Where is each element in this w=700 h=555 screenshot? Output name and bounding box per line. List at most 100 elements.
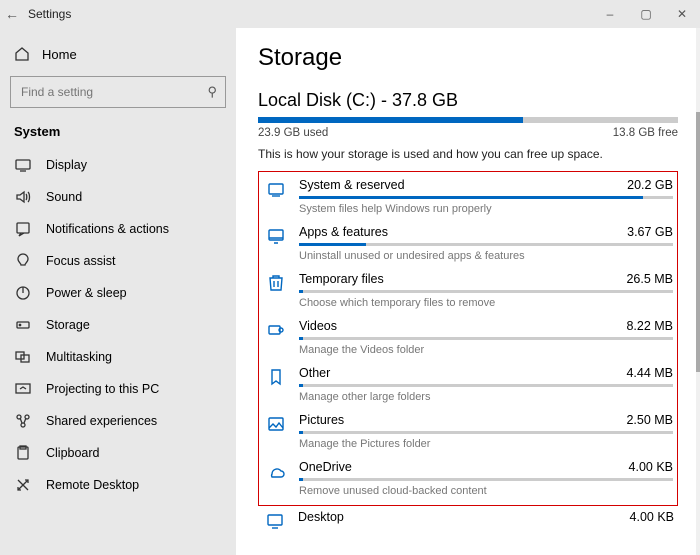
storage-category[interactable]: Videos 8.22 MB Manage the Videos folder — [263, 315, 673, 362]
category-size: 4.00 KB — [629, 460, 673, 474]
storage-category[interactable]: Other 4.44 MB Manage other large folders — [263, 362, 673, 409]
category-name: Videos — [299, 319, 337, 333]
nav-notifications[interactable]: Notifications & actions — [0, 213, 236, 245]
display-icon — [14, 157, 32, 173]
category-name: Pictures — [299, 413, 344, 427]
free-label: 13.8 GB free — [613, 127, 678, 139]
search-input[interactable]: ⚲ — [10, 76, 226, 108]
category-hint: Manage other large folders — [299, 391, 673, 403]
disk-usage-bar — [258, 117, 678, 123]
nav-label: Focus assist — [46, 254, 115, 268]
category-icon — [263, 460, 289, 497]
storage-category[interactable]: Pictures 2.50 MB Manage the Pictures folde… — [263, 409, 673, 456]
category-size: 26.5 MB — [626, 272, 673, 286]
multitasking-icon — [14, 349, 32, 365]
category-name: Other — [299, 366, 330, 380]
category-icon — [263, 225, 289, 262]
nav-storage[interactable]: Storage — [0, 309, 236, 341]
sound-icon — [14, 189, 32, 205]
storage-category[interactable]: Desktop 4.00 KB — [258, 506, 678, 536]
section-header: System — [0, 124, 236, 149]
nav-label: Power & sleep — [46, 286, 127, 300]
remote-desktop-icon — [14, 477, 32, 493]
projecting-icon — [14, 381, 32, 397]
category-name: Desktop — [298, 510, 344, 524]
category-bar — [299, 290, 673, 293]
nav-label: Display — [46, 158, 87, 172]
nav-power-sleep[interactable]: Power & sleep — [0, 277, 236, 309]
titlebar: ← Settings – ▢ ✕ — [0, 0, 700, 28]
storage-category[interactable]: System & reserved 20.2 GB System files hel… — [263, 174, 673, 221]
category-icon — [263, 178, 289, 215]
category-icon — [263, 366, 289, 403]
shared-icon — [14, 413, 32, 429]
category-bar — [299, 431, 673, 434]
storage-description: This is how your storage is used and how… — [258, 147, 678, 161]
nav-multitasking[interactable]: Multitasking — [0, 341, 236, 373]
disk-title: Local Disk (C:) - 37.8 GB — [258, 90, 678, 111]
category-hint: Manage the Videos folder — [299, 344, 673, 356]
nav-focus-assist[interactable]: Focus assist — [0, 245, 236, 277]
nav-label: Remote Desktop — [46, 478, 139, 492]
category-bar — [299, 384, 673, 387]
focus-assist-icon — [14, 253, 32, 269]
storage-category[interactable]: Apps & features 3.67 GB Uninstall unused o… — [263, 221, 673, 268]
back-button[interactable]: ← — [0, 6, 24, 22]
nav-label: Multitasking — [46, 350, 112, 364]
category-size: 8.22 MB — [626, 319, 673, 333]
category-hint: System files help Windows run properly — [299, 203, 673, 215]
scrollbar-track[interactable] — [696, 28, 700, 555]
category-hint: Manage the Pictures folder — [299, 438, 673, 450]
clipboard-icon — [14, 445, 32, 461]
close-button[interactable]: ✕ — [664, 0, 700, 28]
category-bar — [299, 478, 673, 481]
nav-sound[interactable]: Sound — [0, 181, 236, 213]
nav-label: Notifications & actions — [46, 222, 169, 236]
nav-label: Shared experiences — [46, 414, 157, 428]
search-field[interactable] — [19, 84, 207, 100]
home-icon — [14, 46, 30, 62]
used-label: 23.9 GB used — [258, 127, 328, 139]
category-name: System & reserved — [299, 178, 405, 192]
nav-remote-desktop[interactable]: Remote Desktop — [0, 469, 236, 501]
nav-home[interactable]: Home — [0, 40, 236, 72]
category-hint: Choose which temporary files to remove — [299, 297, 673, 309]
nav-label: Sound — [46, 190, 82, 204]
category-name: Apps & features — [299, 225, 388, 239]
category-bar — [299, 196, 673, 199]
category-bar — [299, 337, 673, 340]
category-size: 20.2 GB — [627, 178, 673, 192]
storage-category[interactable]: OneDrive 4.00 KB Remove unused cloud-backe… — [263, 456, 673, 503]
search-icon: ⚲ — [207, 84, 217, 100]
category-hint: Uninstall unused or undesired apps & fea… — [299, 250, 673, 262]
maximize-button[interactable]: ▢ — [628, 0, 664, 28]
sidebar: Home ⚲ System Display Sound Notification… — [0, 28, 236, 555]
nav-projecting[interactable]: Projecting to this PC — [0, 373, 236, 405]
category-bar — [299, 243, 673, 246]
nav-label: Projecting to this PC — [46, 382, 159, 396]
content-pane: Storage Local Disk (C:) - 37.8 GB 23.9 G… — [236, 28, 700, 555]
nav-display[interactable]: Display — [0, 149, 236, 181]
category-icon — [263, 413, 289, 450]
nav-label: Storage — [46, 318, 90, 332]
category-name: Temporary files — [299, 272, 384, 286]
category-size: 4.44 MB — [626, 366, 673, 380]
category-size: 4.00 KB — [630, 510, 674, 524]
categories-box: System & reserved 20.2 GB System files hel… — [258, 171, 678, 506]
category-name: OneDrive — [299, 460, 352, 474]
category-size: 3.67 GB — [627, 225, 673, 239]
notifications-icon — [14, 221, 32, 237]
category-icon — [263, 272, 289, 309]
category-icon — [263, 319, 289, 356]
page-heading: Storage — [258, 44, 678, 72]
nav-clipboard[interactable]: Clipboard — [0, 437, 236, 469]
nav-shared-experiences[interactable]: Shared experiences — [0, 405, 236, 437]
category-size: 2.50 MB — [626, 413, 673, 427]
minimize-button[interactable]: – — [592, 0, 628, 28]
storage-category[interactable]: Temporary files 26.5 MB Choose which tempo… — [263, 268, 673, 315]
category-hint: Remove unused cloud-backed content — [299, 485, 673, 497]
window-title: Settings — [28, 7, 71, 21]
nav-label: Clipboard — [46, 446, 100, 460]
scrollbar-thumb[interactable] — [696, 112, 700, 372]
storage-icon — [14, 317, 32, 333]
